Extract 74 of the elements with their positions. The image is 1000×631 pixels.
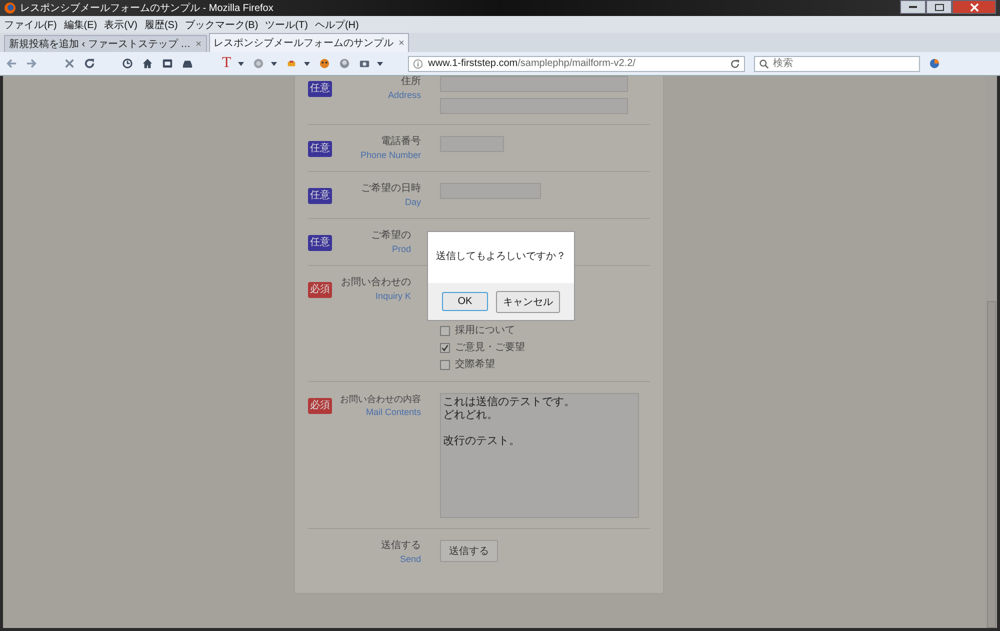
field-label-english: Address [388,89,421,101]
home-icon[interactable] [142,58,153,69]
menu-item[interactable]: ツール(T) [265,18,308,32]
badge: 任意 [308,141,332,157]
address-bar[interactable]: www.1-firststep.com/samplephp/mailform-v2.2/ [408,56,746,72]
checkbox[interactable] [440,326,450,336]
menu-item[interactable]: 表示(V) [104,18,138,32]
dialog-button[interactable]: OK [442,292,488,311]
caret-icon[interactable] [238,62,244,66]
badge: 必須 [308,282,332,298]
message-textarea[interactable]: これは送信のテストです。 どれどれ。 改行のテスト。 [440,393,639,518]
dialog-button[interactable]: キャンセル [496,290,560,312]
menu-item[interactable]: 編集(E) [64,18,98,32]
menu-item[interactable]: ブックマーク(B) [184,18,258,32]
maximize-button[interactable] [926,0,952,14]
checkbox-label: ご意見・ご要望 [455,342,525,354]
send-button[interactable]: 送信する [440,540,498,562]
search-field[interactable]: 検索 [754,56,920,72]
checkbox-label: 採用について [455,325,515,337]
textarea-line: 改行のテスト。 [443,435,520,448]
field-label: 送信する [381,540,421,552]
field-label: お問い合わせの [341,277,411,289]
field-label: ご希望の [371,230,411,242]
reload-icon[interactable] [730,58,740,68]
checkbox-label: 交際希望 [455,359,495,371]
badge: 任意 [308,235,332,251]
reload-icon[interactable] [84,58,95,69]
info-icon [413,58,424,68]
input-field[interactable] [440,98,628,114]
field-label: 電話番号 [381,136,421,148]
field-label-english: Send [400,553,421,565]
downloads-icon[interactable] [182,58,193,69]
input-field[interactable] [440,136,504,152]
field-label-english: Inquiry K [375,290,411,302]
stop-icon[interactable] [64,58,75,69]
camera-icon[interactable] [359,58,370,69]
field-label-english: Mail Contents [366,406,421,418]
search-icon [759,58,770,68]
bookmarks-icon[interactable] [162,58,173,69]
caret-icon[interactable] [271,62,278,66]
sync-logo-icon[interactable] [929,58,940,69]
checkbox[interactable] [440,343,450,353]
browser-tab[interactable]: 新規投稿を追加 ‹ ファーストステップ … × [4,35,207,52]
input-field[interactable] [440,76,628,92]
caret-icon[interactable] [377,62,384,66]
field-label: お問い合わせの内容 [340,393,421,405]
menu-item[interactable]: 履歴(S) [144,18,178,32]
field-label: ご希望の日時 [361,183,421,195]
text-tool-button[interactable]: T [222,56,232,71]
menu-item[interactable]: ファイル(F) [4,18,57,32]
field-label-english: Prod [392,243,411,255]
menu-item[interactable]: ヘルプ(H) [314,18,359,32]
close-button[interactable] [952,0,996,14]
badge: 必須 [308,398,332,414]
minimize-button[interactable] [900,0,926,14]
dialog-message: 送信してもよろしいですか？ [436,250,566,262]
browser-tab[interactable]: レスポンシブメールフォームのサンプル × [208,33,410,52]
badge: 任意 [308,188,332,204]
field-label: 住所 [401,76,421,88]
field-label-english: Phone Number [360,149,421,161]
puzzle-icon[interactable] [286,58,298,69]
browser-logo-icon [4,2,16,14]
textarea-line: どれどれ。 [443,409,498,422]
badge: 任意 [308,81,332,97]
field-label-english: Day [404,196,421,208]
globe-icon[interactable] [339,58,350,69]
checkbox[interactable] [440,360,450,370]
clock-icon[interactable] [122,58,133,69]
caret-icon[interactable] [304,62,310,66]
window-title: レスポンシブメールフォームのサンプル - Mozilla Firefox [20,2,274,15]
textarea-line: これは送信のテストです。 [443,396,575,409]
smiley-icon[interactable] [319,58,330,69]
close-icon [970,2,978,12]
input-field[interactable] [440,183,541,199]
